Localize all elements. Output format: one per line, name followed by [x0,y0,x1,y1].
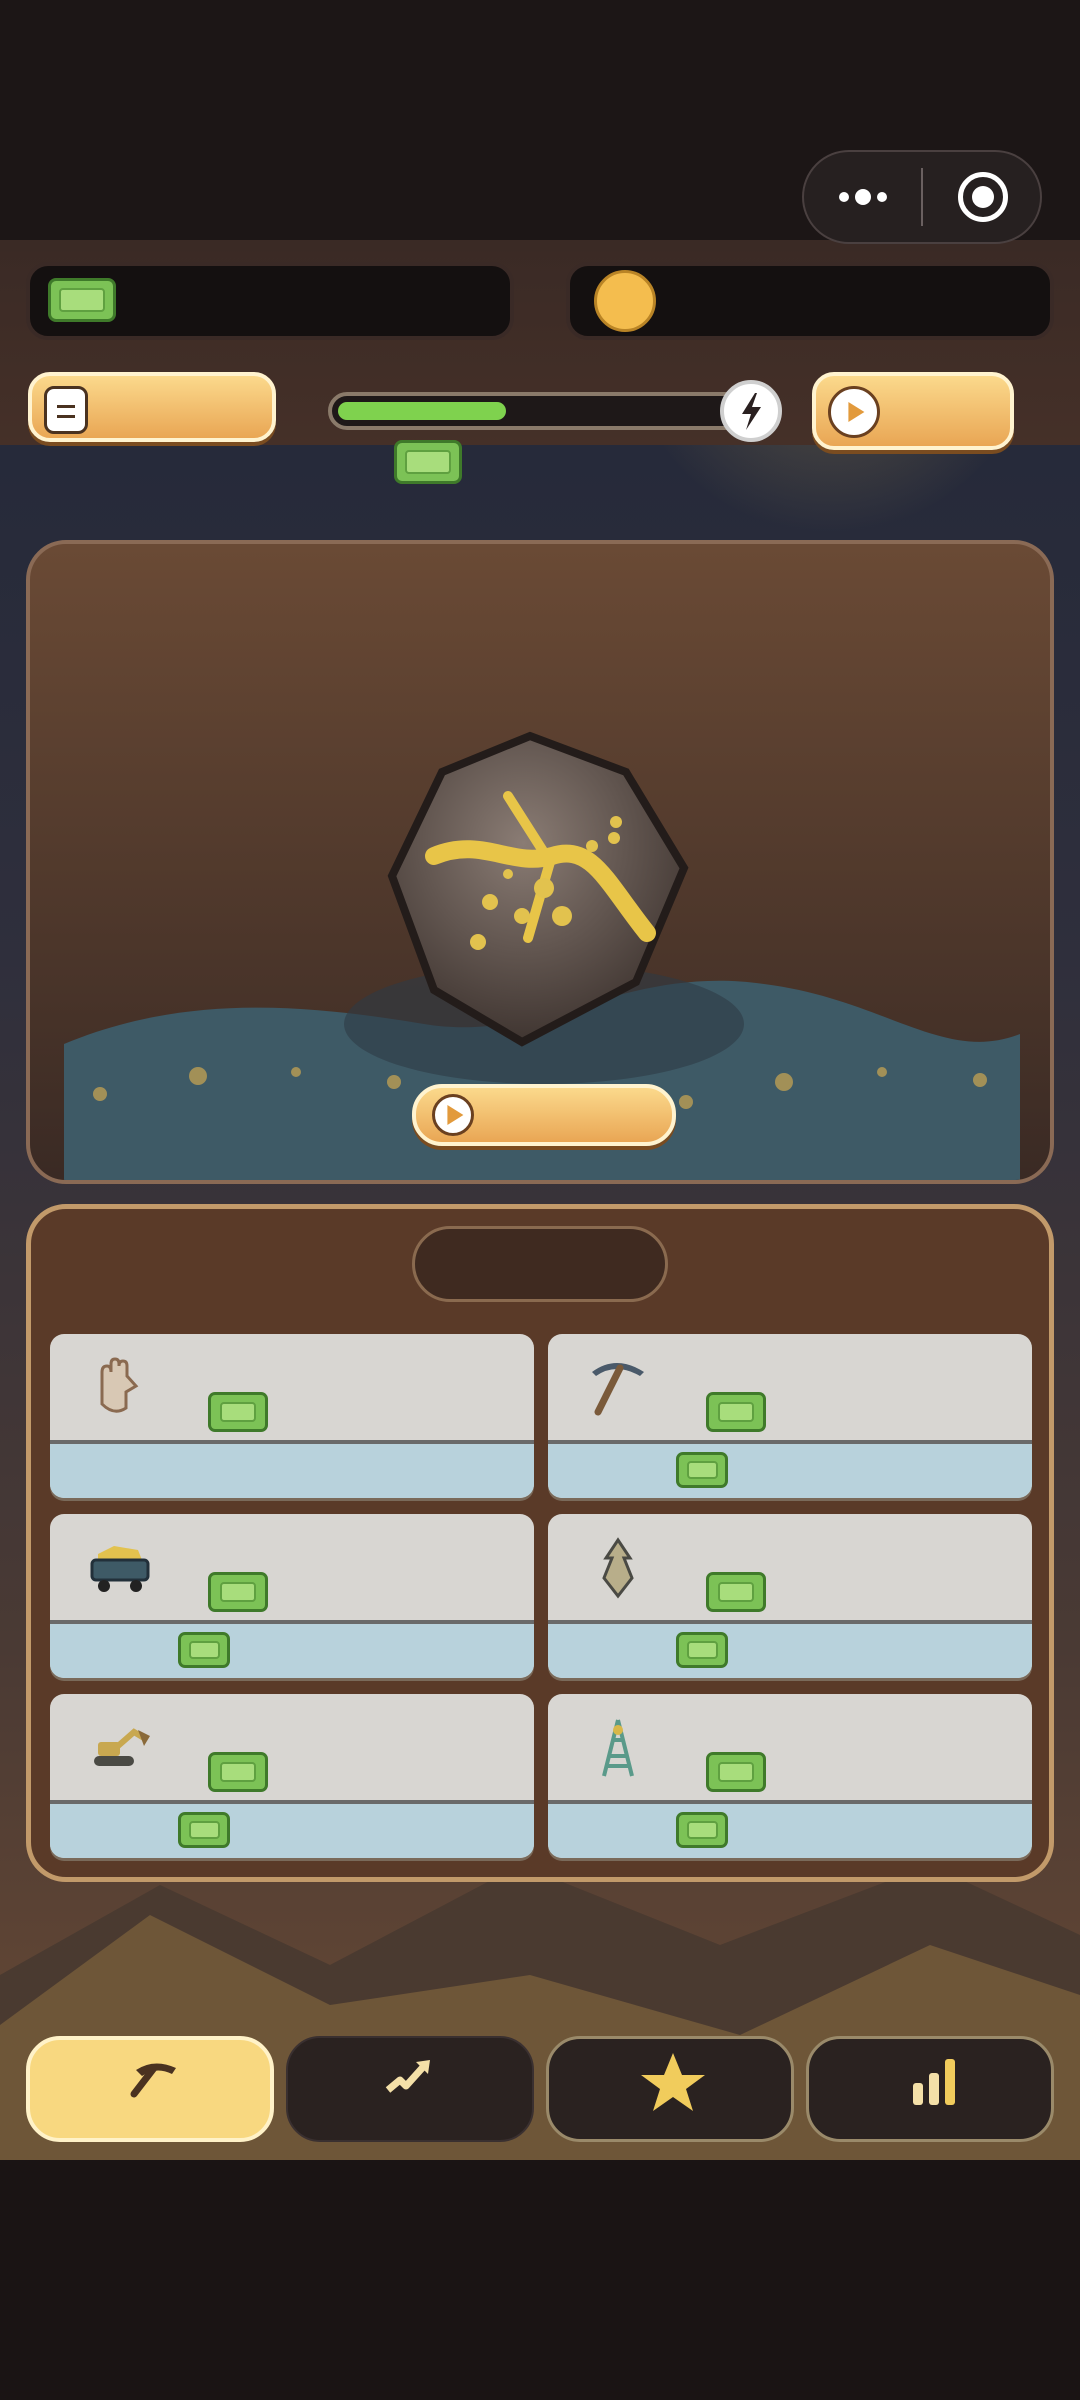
mine-cart-icon [90,1546,150,1592]
mine-video-button[interactable] [412,1084,676,1146]
shop-item-card[interactable] [548,1694,1032,1858]
list-icon [44,386,88,434]
more-dots-icon[interactable] [832,172,894,222]
glove-hand-icon [100,1357,139,1413]
star-icon [641,2053,705,2111]
cash-icon [676,1452,728,1488]
cash-icon [706,1572,766,1612]
shop-item-buy-strip[interactable] [50,1800,534,1858]
capsule-divider [921,168,923,226]
shop-item-buy-strip[interactable] [50,1440,534,1498]
drilling-tower-icon [602,1719,634,1777]
moon-glow [620,445,1040,535]
cash-icon [676,1632,728,1668]
nav-tab-mine[interactable] [26,2036,274,2142]
cash-icon [676,1812,728,1848]
pickaxe-icon [592,1363,644,1416]
cash-icon [48,278,116,322]
shop-item-card[interactable] [50,1694,534,1858]
floating-cash-icon [394,440,462,484]
shop-item-buy-strip[interactable] [50,1620,534,1678]
mine-panel [26,540,1054,1184]
shop-item-card[interactable] [548,1334,1032,1498]
shop-item-card[interactable] [50,1334,534,1498]
bottom-area [0,2160,1080,2400]
cash-icon [208,1752,268,1792]
shop-item-buy-strip[interactable] [548,1800,1032,1858]
cash-icon [178,1812,230,1848]
cash-icon [178,1632,230,1668]
play-icon: .p1::after{border-width:12px 0 12px 18px… [828,386,880,438]
shop-item-card[interactable] [50,1514,534,1678]
play-icon [432,1094,474,1136]
shop-title-pill [412,1226,668,1302]
shop-item-buy-strip[interactable] [548,1620,1032,1678]
upgrade-arrow-icon [385,2060,430,2093]
gold-coin-icon [594,270,656,332]
drill-bit-icon [602,1537,634,1599]
nav-tab-leaderboard[interactable] [806,2036,1054,2142]
task-list-button[interactable] [28,372,276,442]
cash-icon [706,1392,766,1432]
cash-icon [706,1752,766,1792]
shop-item-buy-strip[interactable] [548,1440,1032,1498]
energy-progress-bar [328,392,748,430]
nav-tab-upgrade[interactable] [286,2036,534,2142]
lightning-icon[interactable] [720,380,782,442]
target-circle-icon[interactable] [958,172,1008,222]
shop-item-card[interactable] [548,1514,1032,1678]
video-reward-button[interactable]: .p1::after{border-width:12px 0 12px 18px… [812,372,1014,450]
gold-ore-rock[interactable] [382,728,702,1048]
excavator-icon [94,1728,150,1766]
cash-icon [208,1392,268,1432]
pickaxe-icon [130,2063,176,2098]
cash-icon [208,1572,268,1612]
leaderboard-bars-icon [913,2059,955,2105]
energy-progress-fill [338,402,506,420]
nav-tab-favorites[interactable] [546,2036,794,2142]
